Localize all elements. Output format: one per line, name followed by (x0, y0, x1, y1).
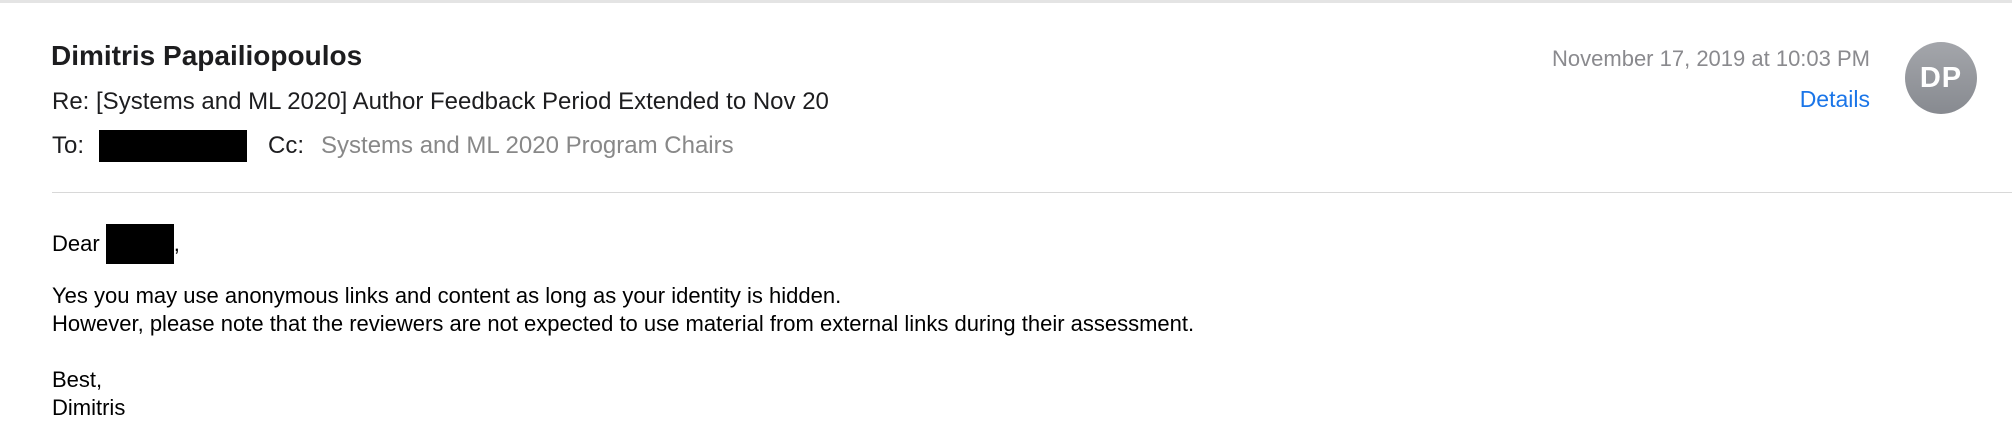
recipient-name-redacted (105, 224, 174, 264)
to-label: To: (52, 132, 85, 159)
signoff: Best, Dimitris (52, 366, 1952, 422)
header-divider (52, 192, 2012, 193)
signature: Dimitris (52, 395, 126, 420)
body-line-1: Yes you may use anonymous links and cont… (52, 283, 842, 308)
details-link[interactable]: Details (1800, 86, 1870, 113)
body-paragraph: Yes you may use anonymous links and cont… (52, 282, 1952, 338)
cc-recipient[interactable]: Systems and ML 2020 Program Chairs (321, 132, 734, 160)
closing: Best, (52, 367, 103, 392)
sender-avatar: DP (1905, 42, 1977, 114)
greeting-suffix: , (173, 231, 180, 256)
avatar-initials: DP (1919, 61, 1963, 94)
greeting-line: Dear , (52, 222, 1952, 266)
message-body: Dear , Yes you may use anonymous links a… (52, 222, 1952, 422)
to-recipient-redacted[interactable] (99, 130, 248, 162)
sender-name[interactable]: Dimitris Papailiopoulos (51, 40, 362, 72)
cc-label: Cc: (268, 132, 305, 159)
recipients-row: To: Cc: Systems and ML 2020 Program Chai… (52, 129, 734, 163)
greeting-prefix: Dear (52, 231, 100, 256)
message-header: Dimitris Papailiopoulos Re: [Systems and… (0, 3, 2012, 193)
message-date: November 17, 2019 at 10:03 PM (1552, 46, 1870, 71)
body-line-2: However, please note that the reviewers … (52, 311, 1195, 336)
message-subject: Re: [Systems and ML 2020] Author Feedbac… (52, 88, 829, 115)
